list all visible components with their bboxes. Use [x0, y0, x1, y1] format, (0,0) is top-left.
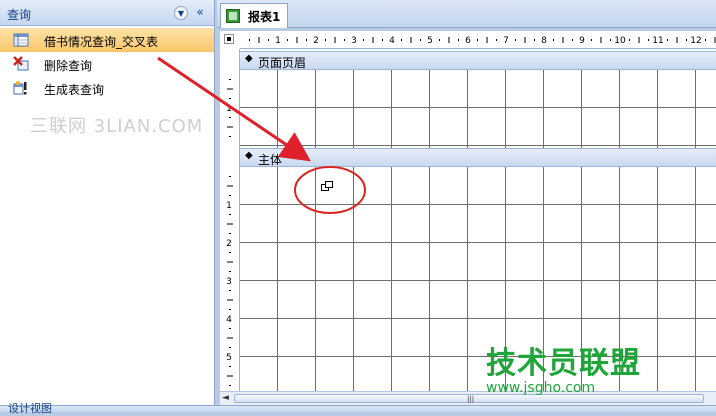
report-selector-button[interactable]: [224, 34, 234, 44]
nav-item-crosstab-query[interactable]: 借书情况查询_交叉表: [0, 28, 214, 52]
ruler-number: 6: [465, 36, 471, 46]
page-header-grid[interactable]: [240, 70, 716, 150]
ruler-number: 10: [614, 36, 626, 46]
nav-item-label: 生成表查询: [44, 83, 105, 97]
section-bar-page-header[interactable]: ◆ 页面页眉: [240, 51, 716, 70]
nav-item-label: 删除查询: [44, 59, 93, 73]
ruler-number: 12: [690, 36, 701, 46]
make-table-query-icon: [13, 81, 27, 95]
ruler-number: 4: [389, 36, 395, 46]
document-tab-bar: 报表1: [217, 0, 716, 28]
ruler-ticks: 1 1 2 3 4 5: [226, 79, 233, 386]
navigation-pane: 查询 ▼ « 借书情况查询_交叉表 删除查询 生成表查询 三联网 3LIAN.C…: [0, 0, 215, 412]
collapse-pane-icon[interactable]: «: [193, 6, 207, 20]
ruler-number: 3: [226, 277, 232, 287]
watermark-brand: 技术员联盟: [486, 346, 641, 381]
nav-item-delete-query[interactable]: 删除查询: [0, 52, 214, 76]
crosstab-query-icon: [13, 33, 29, 47]
watermark-url: www.jsgho.com: [486, 380, 596, 396]
tab-label: 报表1: [248, 10, 281, 24]
horizontal-ruler: 1 2 3 4 5 6 7 8 9 10 11 12: [240, 31, 716, 49]
ruler-number: 5: [427, 36, 433, 46]
horizontal-scrollbar[interactable]: ◄ |||: [220, 391, 716, 405]
report-icon: [226, 9, 240, 23]
vertical-ruler: 1 1 2 3 4 5: [220, 49, 240, 391]
delete-query-icon: [13, 56, 29, 71]
move-handle-icon[interactable]: [321, 181, 333, 191]
scrollbar-thumb[interactable]: |||: [234, 394, 704, 403]
ruler-number: 2: [226, 239, 232, 249]
detail-grid[interactable]: [240, 167, 716, 391]
ruler-ticks: 1 2 3 4 5 6 7 8 9 10 11 12: [249, 36, 716, 46]
report-design-surface[interactable]: 1 2 3 4 5 6 7 8 9 10 11 12 112345 ◆ 页面页眉 ◆ 主体: [220, 31, 716, 391]
nav-item-make-table-query[interactable]: 生成表查询: [0, 76, 214, 100]
nav-pane-header: 查询 ▼ «: [0, 0, 214, 26]
grip-icon: |||: [467, 395, 475, 403]
section-arrow-icon: ◆: [245, 53, 253, 64]
ruler-number: 5: [226, 353, 232, 363]
section-bar-detail[interactable]: ◆ 主体: [240, 148, 716, 167]
ruler-number: 1: [226, 201, 232, 211]
watermark-text: 三联网 3LIAN.COM: [30, 116, 204, 137]
ruler-number: 8: [541, 36, 547, 46]
section-label: 页面页眉: [258, 56, 307, 70]
section-arrow-icon: ◆: [245, 150, 253, 161]
nav-item-label: 借书情况查询_交叉表: [44, 35, 159, 49]
status-text: 设计视图: [8, 402, 52, 415]
nav-pane-title: 查询: [7, 8, 32, 22]
status-bar: 设计视图: [0, 402, 716, 415]
chevron-down-icon[interactable]: ▼: [174, 6, 188, 20]
ruler-number: 1: [226, 104, 232, 114]
ruler-number: 4: [226, 315, 232, 325]
tab-report1[interactable]: 报表1: [220, 3, 288, 28]
ruler-number: 3: [351, 36, 357, 46]
ruler-number: 2: [313, 36, 319, 46]
scroll-left-icon[interactable]: ◄: [222, 393, 229, 403]
section-label: 主体: [258, 153, 283, 167]
ruler-number: 11: [652, 36, 663, 46]
ruler-number: 7: [503, 36, 509, 46]
ruler-number: 9: [579, 36, 585, 46]
ruler-number: 1: [275, 36, 281, 46]
